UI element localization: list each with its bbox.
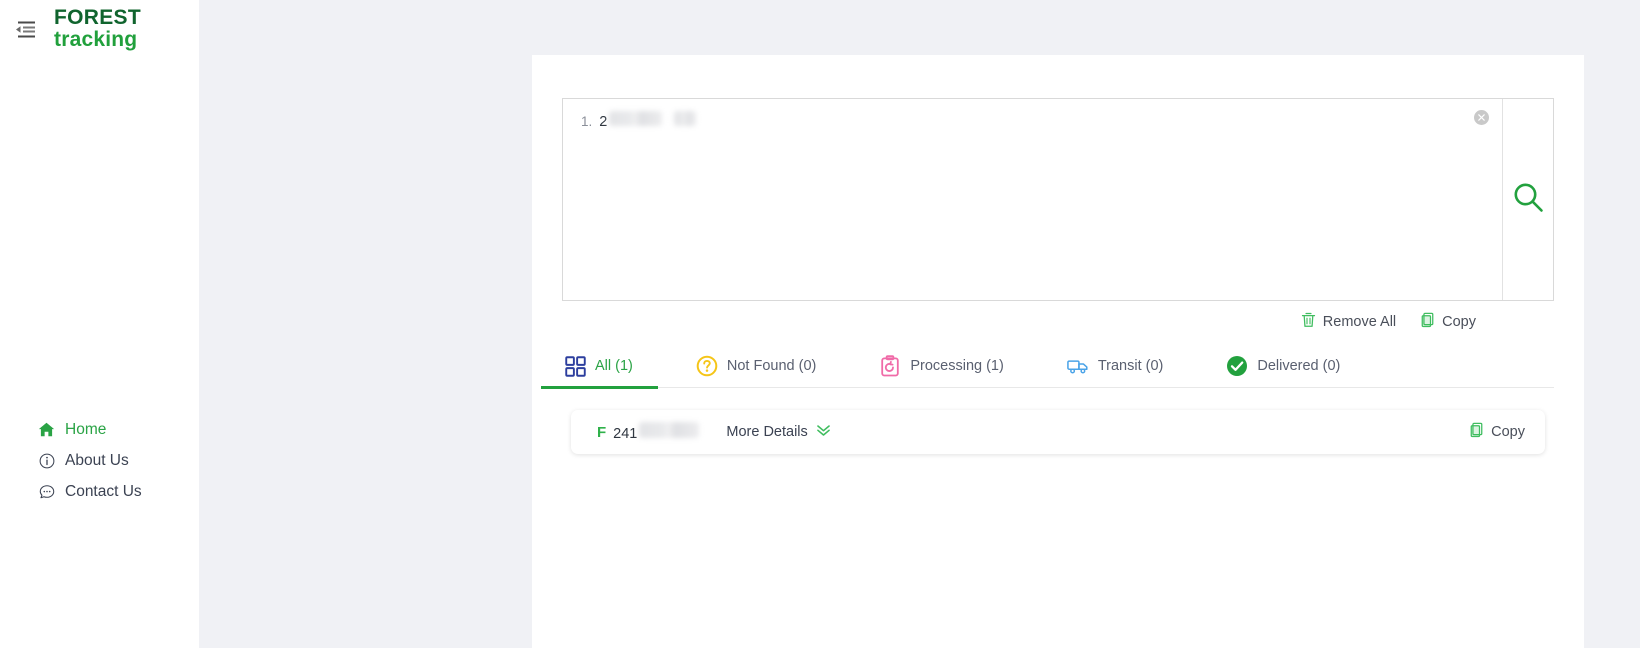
result-tracking-number: 241 [613, 422, 699, 442]
sidebar-item-label: About Us [65, 452, 129, 470]
sidebar-item-label: Home [65, 421, 106, 439]
tracking-entry-index: 1. [581, 112, 592, 132]
sidebar-item-contact-us[interactable]: Contact Us [0, 477, 198, 506]
app-root: FOREST tracking Home [0, 0, 1640, 648]
carrier-badge: F [597, 424, 606, 441]
tab-all[interactable]: All (1) [562, 345, 635, 388]
results-list: F 241 More Details [562, 410, 1554, 454]
status-tabs: All (1) Not Found (0) [562, 345, 1554, 388]
redacted-text [609, 111, 662, 126]
redacted-text [674, 111, 696, 126]
search-button[interactable] [1502, 99, 1553, 300]
sidebar: FOREST tracking Home [0, 0, 199, 648]
redacted-text [639, 422, 699, 438]
tab-label: Delivered (0) [1257, 358, 1340, 374]
remove-all-button[interactable]: Remove All [1301, 310, 1396, 334]
check-circle-icon [1226, 355, 1248, 377]
trash-icon [1301, 312, 1316, 332]
tracking-numbers-textarea[interactable]: 1. 2 [563, 99, 1502, 300]
tab-label: Not Found (0) [727, 358, 816, 374]
tab-label: Transit (0) [1098, 358, 1164, 374]
menu-fold-icon[interactable] [14, 18, 36, 40]
tab-processing[interactable]: Processing (1) [877, 345, 1005, 388]
brand-line-2: tracking [54, 29, 141, 51]
bulk-actions: Remove All Copy [562, 310, 1554, 334]
tracking-search-box: 1. 2 [562, 98, 1554, 301]
truck-icon [1067, 355, 1089, 377]
message-icon [38, 483, 55, 500]
grid-icon [564, 355, 586, 377]
tab-transit[interactable]: Transit (0) [1065, 345, 1166, 388]
copy-all-label: Copy [1442, 314, 1476, 330]
tracking-entry: 1. 2 [581, 111, 1486, 132]
more-details-button[interactable]: More Details [726, 424, 830, 441]
tracking-entry-value: 2 [599, 112, 607, 132]
sidebar-header: FOREST tracking [0, 0, 198, 58]
tab-delivered[interactable]: Delivered (0) [1224, 345, 1342, 388]
tab-label: All (1) [595, 358, 633, 374]
result-left: F 241 More Details [597, 422, 831, 442]
question-circle-icon [696, 355, 718, 377]
tab-label: Processing (1) [910, 358, 1003, 374]
info-circle-icon [38, 452, 55, 469]
copy-row-label: Copy [1491, 424, 1525, 440]
content-area: 1. 2 [199, 0, 1640, 648]
search-icon [1511, 180, 1545, 219]
table-row[interactable]: F 241 More Details [571, 410, 1545, 454]
brand-logo[interactable]: FOREST tracking [54, 7, 141, 50]
copy-icon [1420, 312, 1435, 332]
brand-line-1: FOREST [54, 7, 141, 29]
clipboard-refresh-icon [879, 355, 901, 377]
tracking-number-text: 241 [613, 426, 637, 442]
more-details-label: More Details [726, 424, 807, 440]
copy-all-button[interactable]: Copy [1420, 310, 1476, 334]
close-circle-icon[interactable] [1474, 110, 1489, 125]
copy-row-button[interactable]: Copy [1469, 422, 1525, 442]
copy-icon [1469, 422, 1484, 442]
home-icon [38, 421, 55, 438]
double-chevron-down-icon [816, 424, 831, 441]
sidebar-item-home[interactable]: Home [0, 415, 198, 444]
tab-not-found[interactable]: Not Found (0) [694, 345, 818, 388]
sidebar-item-label: Contact Us [65, 483, 142, 501]
sidebar-nav: Home About Us [0, 415, 198, 506]
remove-all-label: Remove All [1323, 314, 1396, 330]
tracking-card: 1. 2 [532, 55, 1584, 648]
sidebar-item-about-us[interactable]: About Us [0, 446, 198, 475]
